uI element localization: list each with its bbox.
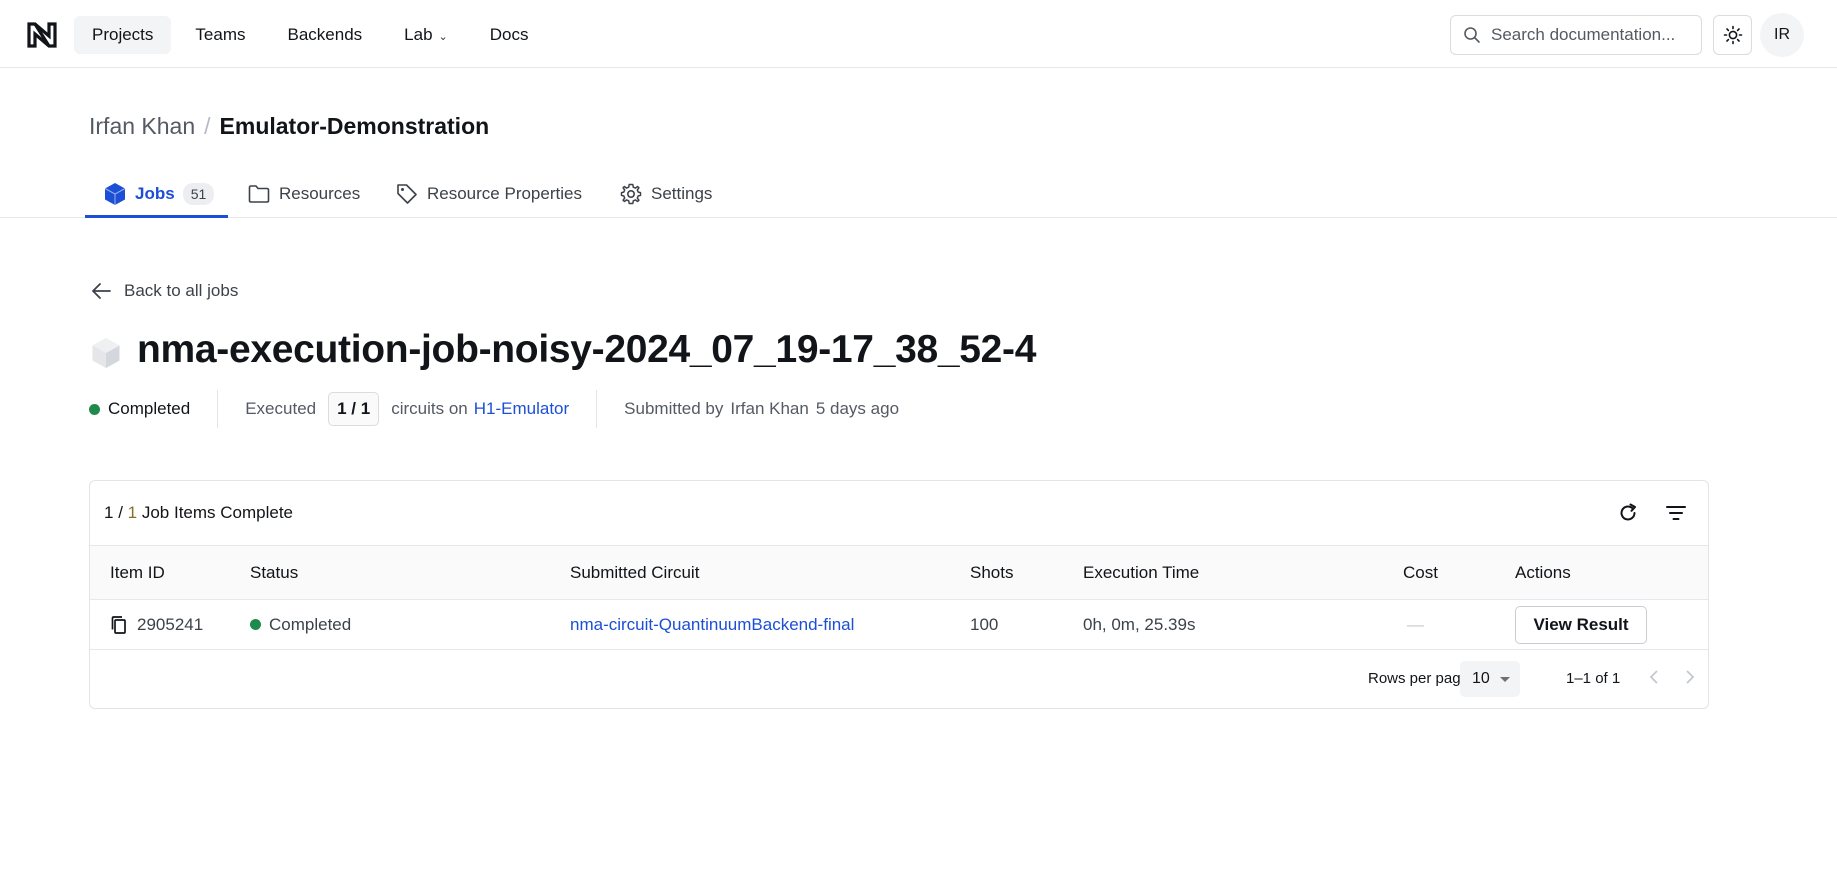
nav-label: Teams — [195, 25, 246, 44]
project-tabs: Jobs 51 Resources Resource Properties Se… — [0, 170, 1837, 218]
previous-page-button[interactable] — [1643, 666, 1665, 688]
table-row: 2905241 Completed nma-circuit-Quantinuum… — [90, 600, 1708, 650]
tab-label: Resources — [279, 184, 361, 203]
item-id: 2905241 — [137, 614, 204, 634]
column-header[interactable]: Status — [250, 546, 570, 600]
chevron-down-icon: ⌄ — [438, 31, 448, 43]
executed-count-badge: 1 / 1 — [328, 392, 380, 426]
breadcrumb: Irfan Khan / Emulator-Demonstration — [89, 113, 489, 140]
filter-icon — [1666, 506, 1686, 520]
jobs-count-badge: 51 — [182, 183, 215, 205]
sun-icon — [1723, 25, 1742, 45]
divider — [217, 390, 219, 428]
nav-item-lab[interactable]: Lab ⌄ — [386, 16, 466, 54]
nav-label: Docs — [489, 25, 529, 44]
status-dot-icon — [250, 619, 261, 630]
card-header: 1 / 1 Job Items Complete — [90, 481, 1708, 545]
tab-settings[interactable]: Settings — [620, 170, 712, 218]
column-header[interactable]: Cost — [1403, 546, 1515, 600]
items-complete-total: 1 — [127, 503, 138, 522]
breadcrumb-project: Emulator-Demonstration — [219, 113, 490, 139]
nav-label: Projects — [92, 25, 154, 44]
item-id-cell: 2905241 — [110, 615, 250, 635]
tab-resources[interactable]: Resources — [248, 170, 360, 218]
avatar-initials: IR — [1774, 26, 1790, 43]
circuits-on-label: circuits on — [391, 399, 468, 418]
caret-down-icon — [1500, 677, 1510, 682]
submitted-time: 5 days ago — [815, 399, 900, 418]
item-status-cell: Completed — [250, 615, 570, 635]
nav-item-docs[interactable]: Docs — [472, 16, 547, 54]
user-avatar[interactable]: IR — [1760, 13, 1804, 57]
search-input[interactable] — [1491, 25, 1691, 45]
arrow-left-icon — [92, 283, 111, 299]
nav-label: Backends — [287, 25, 363, 44]
divider — [596, 390, 598, 428]
items-complete-label: Job Items Complete — [137, 503, 294, 522]
folder-icon — [248, 185, 270, 203]
cube-icon — [104, 183, 126, 205]
item-shots: 100 — [970, 614, 999, 634]
items-complete-sep: / — [113, 503, 128, 522]
back-to-jobs-link[interactable]: Back to all jobs — [91, 281, 238, 301]
tab-jobs[interactable]: Jobs 51 — [104, 170, 215, 218]
chevron-right-icon — [1686, 670, 1695, 684]
theme-toggle-button[interactable] — [1713, 15, 1752, 55]
job-cube-icon — [92, 338, 120, 368]
gear-icon — [620, 183, 642, 205]
status-dot-icon — [89, 403, 100, 415]
nav-item-teams[interactable]: Teams — [177, 16, 263, 54]
search-icon — [1464, 27, 1480, 43]
job-meta-row: Completed Executed 1 / 1 circuits on H1-… — [89, 390, 899, 428]
column-header[interactable]: Submitted Circuit — [570, 546, 970, 600]
search-box[interactable] — [1450, 15, 1702, 55]
tab-label: Resource Properties — [427, 184, 582, 203]
submitted-by-label: Submitted by — [624, 399, 724, 418]
tab-resource-properties[interactable]: Resource Properties — [396, 170, 582, 218]
job-status: Completed — [89, 399, 190, 419]
nav-label: Lab — [404, 25, 433, 44]
refresh-button[interactable] — [1614, 499, 1642, 527]
backend-link[interactable]: H1-Emulator — [474, 399, 569, 419]
job-items-table: Item ID Status Submitted Circuit Shots E… — [90, 545, 1708, 650]
rows-per-page-label: Rows per page: — [1368, 670, 1474, 687]
item-cost: — — [1407, 614, 1424, 634]
refresh-icon — [1620, 503, 1636, 521]
pagination-range: 1–1 of 1 — [1566, 670, 1621, 687]
tab-label: Jobs — [135, 184, 175, 203]
next-page-button[interactable] — [1679, 666, 1701, 688]
nav-item-backends[interactable]: Backends — [270, 16, 381, 54]
back-link-label: Back to all jobs — [124, 281, 239, 300]
item-execution-time: 0h, 0m, 25.39s — [1083, 614, 1196, 634]
quantinuum-logo-icon[interactable] — [27, 22, 57, 48]
nav-item-projects[interactable]: Projects — [74, 16, 172, 54]
table-header-row: Item ID Status Submitted Circuit Shots E… — [90, 545, 1708, 600]
rows-per-page-select[interactable]: 10 — [1460, 661, 1520, 697]
rows-per-page-value: 10 — [1472, 670, 1490, 687]
item-status: Completed — [269, 614, 352, 634]
tag-icon — [397, 184, 417, 204]
job-title: nma-execution-job-noisy-2024_07_19-17_38… — [137, 328, 1037, 371]
top-nav: Projects Teams Backends Lab ⌄ Docs IR — [0, 0, 1837, 68]
submitted-circuit-link[interactable]: nma-circuit-QuantinuumBackend-final — [570, 615, 854, 634]
breadcrumb-separator: / — [204, 113, 211, 139]
column-header: Actions — [1515, 562, 1571, 582]
main-nav: Projects Teams Backends Lab ⌄ Docs — [74, 16, 547, 54]
submitter-name: Irfan Khan — [730, 399, 809, 418]
job-status-label: Completed — [108, 399, 191, 418]
breadcrumb-owner-link[interactable]: Irfan Khan — [89, 113, 195, 140]
table-pagination: Rows per page: 10 1–1 of 1 — [90, 650, 1708, 708]
column-header[interactable]: Shots — [970, 546, 1083, 600]
executed-label: Executed — [245, 399, 317, 418]
filter-button[interactable] — [1662, 499, 1690, 527]
job-items-card: 1 / 1 Job Items Complete Item ID Status … — [89, 480, 1709, 709]
column-header[interactable]: Execution Time — [1083, 546, 1403, 600]
view-result-button[interactable]: View Result — [1515, 605, 1647, 644]
tab-label: Settings — [651, 184, 713, 203]
chevron-left-icon — [1649, 670, 1658, 684]
items-complete-done: 1 — [104, 503, 114, 522]
active-tab-indicator — [85, 215, 228, 218]
column-header[interactable]: Item ID — [90, 546, 250, 600]
copy-icon[interactable] — [110, 615, 128, 635]
